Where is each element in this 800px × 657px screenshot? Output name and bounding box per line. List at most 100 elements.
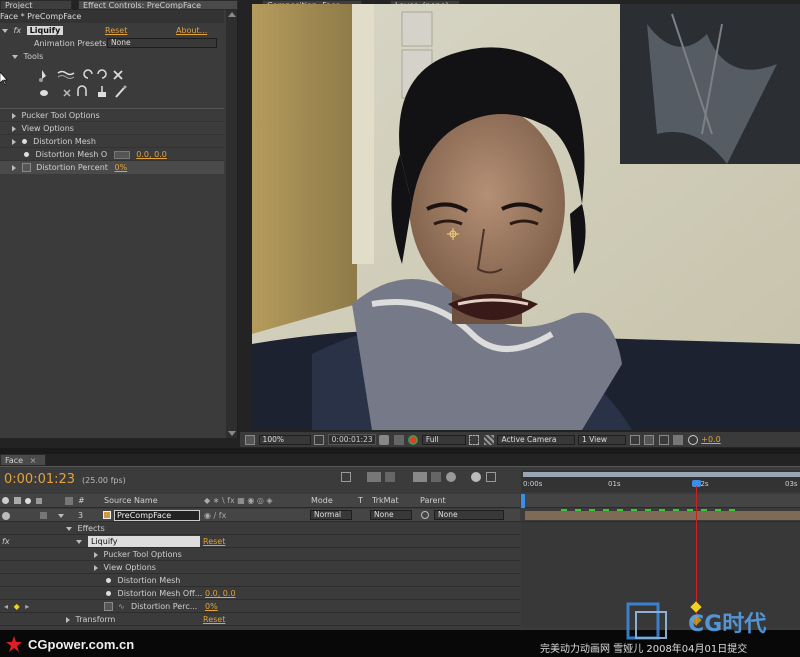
draft-3d-icon[interactable] — [385, 472, 396, 482]
scroll-down-arrow-icon[interactable] — [228, 431, 236, 436]
graph-editor-icon[interactable] — [485, 472, 496, 482]
pucker-tool-icon[interactable] — [113, 70, 123, 80]
distortion-mesh-offset-timeline-value[interactable]: 0.0, 0.0 — [205, 587, 236, 599]
distortion-mesh-timeline-row[interactable]: Distortion Mesh — [0, 574, 520, 587]
column-trkmat[interactable]: TrkMat — [372, 494, 399, 508]
time-ruler[interactable]: 0:00s 01s 02s 03s — [521, 470, 800, 492]
fx-switch-icon[interactable]: fx — [2, 537, 10, 546]
layer-label-color-icon[interactable] — [39, 512, 47, 519]
distortion-percent-expand-icon[interactable] — [12, 164, 16, 171]
distortion-mesh-offset-value[interactable]: 0.0, 0.0 — [136, 150, 167, 159]
distortion-percent-timeline-row[interactable]: ◂ ◆ ▸ ∿ Distortion Perc... 0% — [0, 600, 520, 613]
distortion-mesh-offset-timeline-row[interactable]: Distortion Mesh Off... 0.0, 0.0 — [0, 587, 520, 600]
scroll-up-arrow-icon[interactable] — [228, 12, 236, 17]
twirl-ccw-tool-icon[interactable] — [97, 69, 107, 79]
reflection-tool-icon[interactable] — [77, 85, 87, 96]
exposure-value[interactable]: +0.0 — [701, 435, 720, 444]
twirl-cw-tool-icon[interactable] — [83, 69, 93, 79]
column-mode[interactable]: Mode — [311, 494, 333, 508]
liquify-effect-row[interactable]: fx Liquify Reset — [0, 535, 520, 548]
in-point-marker[interactable] — [521, 494, 525, 508]
hide-shy-layers-icon[interactable] — [412, 472, 427, 482]
view-options-timeline-expand-icon[interactable] — [94, 564, 98, 571]
transform-group-row[interactable]: Transform Reset — [0, 613, 520, 626]
distortion-percent-value[interactable]: 0% — [114, 163, 127, 172]
title-safe-icon[interactable] — [314, 434, 325, 445]
effect-name[interactable]: Liquify — [26, 26, 64, 35]
frame-blending-icon[interactable] — [431, 472, 442, 482]
close-tab-icon[interactable]: × — [30, 456, 37, 465]
camera-view-dropdown[interactable]: Active Camera — [497, 434, 576, 445]
tab-timeline-face[interactable]: Face × — [0, 454, 46, 466]
brainstorm-icon[interactable] — [471, 472, 482, 482]
work-area-bar[interactable] — [523, 472, 800, 477]
layer-row-precompface[interactable]: 3 PreCompFace ◉ ∕ fx Normal None None — [0, 509, 520, 522]
timeline-current-time[interactable]: 0:00:01:23 — [4, 472, 75, 487]
next-keyframe-icon[interactable]: ▸ — [25, 602, 29, 611]
bloat-tool-icon[interactable] — [40, 90, 48, 96]
always-preview-icon[interactable] — [245, 434, 255, 445]
layer-trkmat-dropdown[interactable]: None — [370, 510, 412, 520]
layer-duration-bar[interactable] — [525, 511, 800, 520]
pucker-tool-options-timeline-row[interactable]: Pucker Tool Options — [0, 548, 520, 561]
view-options-expand-icon[interactable] — [12, 125, 16, 132]
liquify-reset-link[interactable]: Reset — [203, 535, 225, 547]
pucker-options-expand-icon[interactable] — [12, 112, 16, 119]
turbulence-tool-icon[interactable] — [57, 70, 75, 79]
keyframe-indicator-icon[interactable]: ◆ — [14, 602, 20, 611]
transform-reset-link[interactable]: Reset — [203, 613, 225, 625]
column-source-name[interactable]: Source Name — [104, 494, 158, 508]
distortion-mesh-expand-icon[interactable] — [12, 138, 16, 145]
liquify-label[interactable]: Liquify — [88, 536, 200, 547]
layer-visibility-eye-icon[interactable] — [2, 511, 10, 520]
stopwatch-icon[interactable] — [21, 163, 31, 172]
prev-keyframe-icon[interactable]: ◂ — [4, 602, 8, 611]
tab-project[interactable]: Project — [0, 0, 72, 10]
effects-expand-icon[interactable] — [66, 526, 72, 531]
parent-pickwhip-icon[interactable] — [421, 511, 429, 519]
reconstruction-tool-icon[interactable] — [115, 85, 127, 98]
rgb-channels-icon[interactable] — [408, 434, 419, 445]
distortion-mesh-row[interactable]: Distortion Mesh — [0, 135, 224, 148]
zoom-dropdown[interactable]: 100% — [258, 434, 311, 445]
transparency-grid-icon[interactable] — [483, 434, 494, 445]
live-update-icon[interactable] — [341, 472, 351, 482]
layer-parent-dropdown[interactable]: None — [434, 510, 504, 520]
toggle-pixel-aspect-icon[interactable] — [629, 434, 640, 445]
crosshair-target-icon[interactable] — [113, 150, 130, 159]
column-parent[interactable]: Parent — [420, 494, 446, 508]
layer-mode-dropdown[interactable]: Normal — [310, 510, 352, 520]
current-time-field[interactable]: 0:00:01:23 — [327, 434, 376, 445]
pucker-options-timeline-expand-icon[interactable] — [94, 551, 98, 558]
layer-switches[interactable]: ◉ ∕ fx — [204, 509, 226, 521]
fast-previews-icon[interactable] — [644, 434, 655, 445]
effect-reset-link[interactable]: Reset — [105, 24, 127, 37]
view-options-row[interactable]: View Options — [0, 122, 224, 135]
distortion-mesh-offset-row[interactable]: Distortion Mesh O 0.0, 0.0 — [0, 148, 224, 161]
snapshot-camera-icon[interactable] — [379, 434, 390, 445]
tools-collapse-icon[interactable] — [12, 54, 18, 59]
resolution-dropdown[interactable]: Full — [421, 434, 466, 445]
timeline-icon[interactable] — [658, 434, 669, 445]
graph-toggle-icon[interactable]: ∿ — [118, 600, 125, 612]
view-options-timeline-row[interactable]: View Options — [0, 561, 520, 574]
comp-mini-flowchart-icon[interactable] — [366, 472, 381, 482]
motion-blur-icon[interactable] — [445, 472, 456, 482]
warp-tool-icon[interactable] — [39, 70, 46, 82]
animation-presets-dropdown[interactable]: None — [107, 38, 217, 48]
composition-viewer[interactable] — [252, 4, 800, 430]
transform-expand-icon[interactable] — [66, 616, 70, 623]
distortion-percent-timeline-value[interactable]: 0% — [205, 600, 218, 612]
effects-group-row[interactable]: Effects — [0, 522, 520, 535]
liquify-expand-icon[interactable] — [76, 539, 83, 544]
tab-effect-controls[interactable]: Effect Controls: PreCompFace — [78, 0, 238, 10]
layer-expand-icon[interactable] — [58, 513, 65, 518]
effect-panel-scrollbar[interactable] — [226, 10, 237, 438]
flowchart-icon[interactable] — [673, 434, 684, 445]
distortion-percent-stopwatch-icon[interactable] — [104, 602, 113, 611]
effect-about-link[interactable]: About... — [176, 24, 207, 37]
distortion-percent-row[interactable]: Distortion Percent 0% — [0, 161, 224, 174]
exposure-icon[interactable] — [687, 434, 698, 445]
view-layout-dropdown[interactable]: 1 View — [578, 434, 627, 445]
effect-collapse-icon[interactable] — [2, 28, 8, 33]
